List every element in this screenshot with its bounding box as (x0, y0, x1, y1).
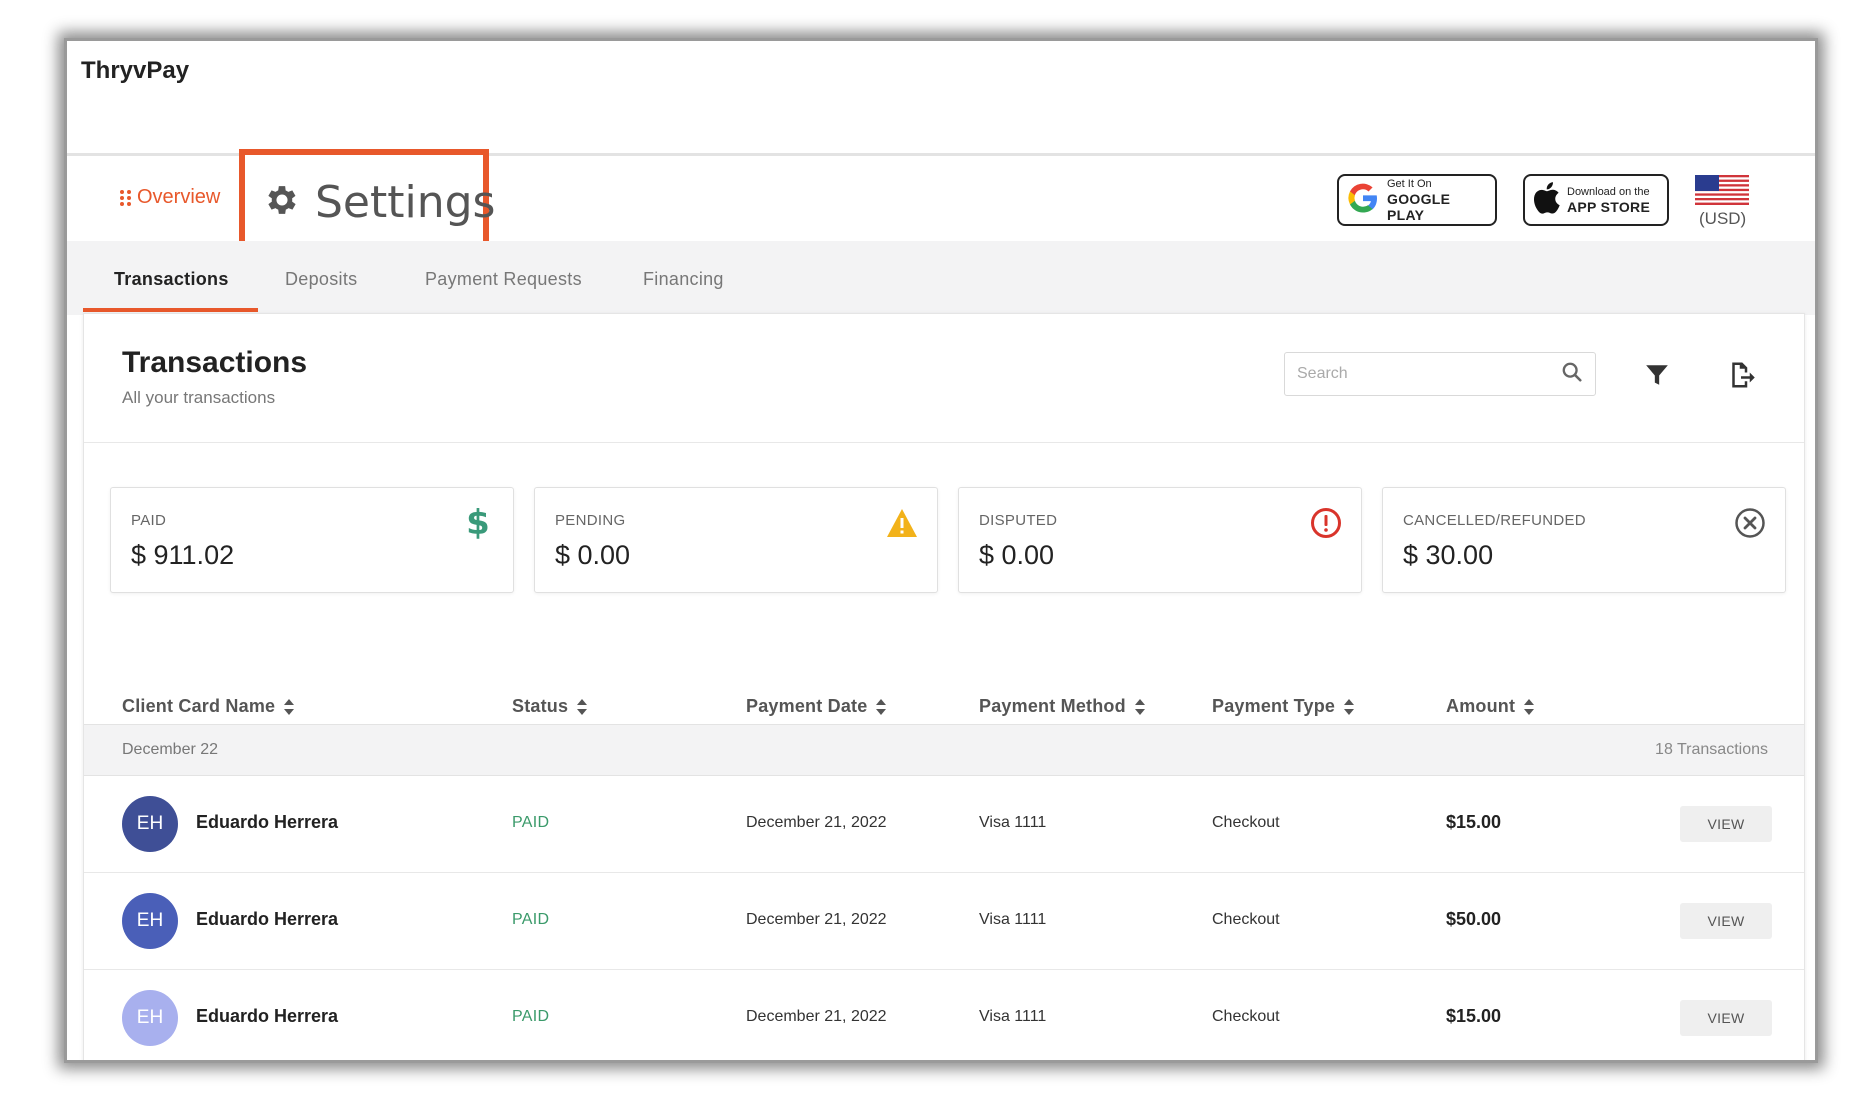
google-play-small: Get It On (1387, 177, 1432, 190)
table-row[interactable]: EH Eduardo Herrera PAID December 21, 202… (84, 873, 1804, 970)
transactions-panel: Transactions All your transactions PAID … (83, 313, 1805, 1060)
stat-label: PAID (131, 512, 167, 529)
app-title: ThryvPay (81, 57, 190, 84)
amount: $50.00 (1446, 909, 1502, 929)
payment-date: December 21, 2022 (746, 1008, 887, 1025)
payment-type: Checkout (1212, 1008, 1280, 1025)
overview-label: Overview (137, 186, 221, 208)
sort-icon (876, 698, 887, 715)
search-input[interactable] (1297, 365, 1561, 383)
column-header-label: Payment Method (979, 696, 1126, 716)
overview-link[interactable]: Overview (119, 186, 220, 209)
view-button[interactable]: VIEW (1680, 1000, 1772, 1036)
avatar: EH (122, 893, 178, 949)
payment-type: Checkout (1212, 911, 1280, 928)
currency-label: (USD) (1699, 209, 1747, 228)
settings-link[interactable]: Settings (239, 149, 495, 255)
app-store-big: APP STORE (1567, 198, 1651, 215)
us-flag-icon[interactable] (1695, 175, 1749, 205)
payment-date: December 21, 2022 (746, 814, 887, 831)
gear-icon (263, 181, 301, 224)
app-store-small: Download on the (1567, 185, 1650, 198)
view-button[interactable]: VIEW (1680, 903, 1772, 939)
panel-subtitle: All your transactions (122, 388, 276, 407)
amount: $15.00 (1446, 1006, 1502, 1026)
avatar: EH (122, 990, 178, 1046)
filter-icon[interactable] (1640, 358, 1674, 392)
google-play-button[interactable]: Get It On GOOGLE PLAY (1337, 174, 1497, 226)
column-header-payment-method[interactable]: Payment Method (979, 696, 1146, 717)
column-header-client-card-name[interactable]: Client Card Name (122, 696, 295, 717)
stat-label: CANCELLED/REFUNDED (1403, 512, 1586, 529)
client-name: Eduardo Herrera (196, 1006, 339, 1026)
warning-icon (885, 506, 919, 540)
column-header-label: Payment Type (1212, 696, 1336, 716)
group-date: December 22 (122, 741, 219, 758)
app-store-button[interactable]: Download on the APP STORE (1523, 174, 1669, 226)
status-badge: PAID (512, 814, 550, 831)
payment-method: Visa 1111 (979, 1008, 1047, 1025)
view-button[interactable]: VIEW (1680, 806, 1772, 842)
settings-label: Settings (315, 176, 496, 228)
stat-value: $ 30.00 (1403, 540, 1494, 570)
status-badge: PAID (512, 1008, 550, 1025)
sort-icon (577, 698, 588, 715)
avatar: EH (122, 796, 178, 852)
column-header-label: Client Card Name (122, 696, 276, 716)
client-name: Eduardo Herrera (196, 812, 339, 832)
table-row[interactable]: EH Eduardo Herrera PAID December 21, 202… (84, 970, 1804, 1060)
sort-icon (284, 698, 295, 715)
stat-label: DISPUTED (979, 512, 1058, 529)
payment-method: Visa 1111 (979, 814, 1047, 831)
dollar-icon: $ (466, 503, 490, 543)
tab-financing[interactable]: Financing (643, 269, 724, 290)
group-header-row: December 22 18 Transactions (84, 724, 1804, 776)
apple-icon (1531, 181, 1561, 220)
google-icon (1345, 180, 1381, 221)
panel-title: Transactions (122, 346, 308, 379)
column-header-status[interactable]: Status (512, 696, 588, 717)
payment-date: December 21, 2022 (746, 911, 887, 928)
stat-card-pending: PENDING $ 0.00 (534, 487, 938, 593)
search-icon[interactable] (1561, 361, 1583, 388)
grid-dots-icon (119, 189, 133, 207)
tab-payment-requests[interactable]: Payment Requests (425, 269, 582, 290)
payment-type: Checkout (1212, 814, 1280, 831)
amount: $15.00 (1446, 812, 1502, 832)
status-badge: PAID (512, 911, 550, 928)
app-window: ThryvPay Overview Settings Get It On GOO… (64, 38, 1818, 1063)
column-header-amount[interactable]: Amount (1446, 696, 1535, 717)
column-header-payment-type[interactable]: Payment Type (1212, 696, 1355, 717)
stat-value: $ 0.00 (555, 540, 631, 570)
payment-method: Visa 1111 (979, 911, 1047, 928)
stat-value: $ 911.02 (131, 540, 235, 570)
stat-card-cancelled-refunded: CANCELLED/REFUNDED $ 30.00 (1382, 487, 1786, 593)
tab-transactions[interactable]: Transactions (114, 269, 229, 290)
close-circle-icon (1733, 506, 1767, 540)
column-header-label: Amount (1446, 696, 1516, 716)
search-box (1284, 352, 1596, 396)
client-name: Eduardo Herrera (196, 909, 339, 929)
google-play-big: GOOGLE PLAY (1387, 190, 1451, 223)
group-count: 18 Transactions (1655, 741, 1768, 758)
sort-icon (1524, 698, 1535, 715)
column-header-payment-date[interactable]: Payment Date (746, 696, 887, 717)
sort-icon (1134, 698, 1145, 715)
stat-card-paid: PAID $ 911.02 $ (110, 487, 514, 593)
stat-card-disputed: DISPUTED $ 0.00 (958, 487, 1362, 593)
stat-label: PENDING (555, 512, 626, 529)
export-icon[interactable] (1724, 358, 1758, 392)
tab-deposits[interactable]: Deposits (285, 269, 357, 290)
panel-divider (84, 442, 1804, 443)
column-header-label: Status (512, 696, 569, 716)
stat-value: $ 0.00 (979, 540, 1055, 570)
active-tab-indicator (83, 308, 258, 312)
sort-icon (1344, 698, 1355, 715)
column-header-label: Payment Date (746, 696, 868, 716)
table-row[interactable]: EH Eduardo Herrera PAID December 21, 202… (84, 776, 1804, 873)
alert-circle-icon (1309, 506, 1343, 540)
